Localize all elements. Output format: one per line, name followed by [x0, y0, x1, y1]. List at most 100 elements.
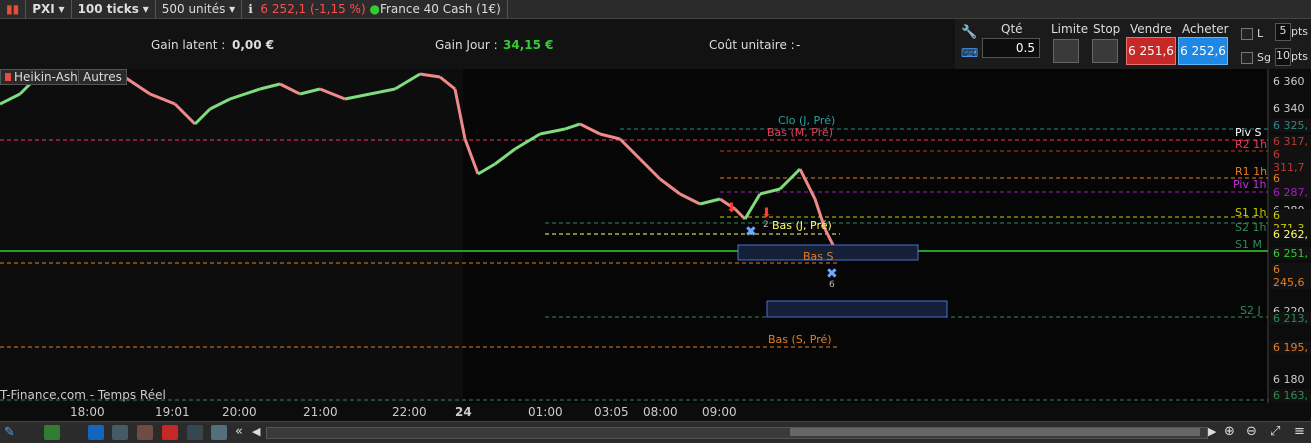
menu-icon[interactable]: ≡	[1294, 424, 1305, 439]
chart-annotation: R1 1h	[1235, 165, 1267, 178]
sell-arrow-icon: ⬇	[726, 201, 737, 216]
sell-label: Vendre	[1130, 22, 1172, 36]
gain-jour-label: Gain Jour :	[435, 38, 498, 52]
stop-label: Stop	[1093, 22, 1121, 36]
gain-jour-value: 34,15 €	[503, 38, 554, 52]
price-level-label: 6 262,	[1270, 228, 1311, 241]
limit-label: Limite	[1051, 22, 1089, 36]
data-source: T-Finance.com - Temps Réel	[0, 388, 166, 402]
bottom-toolbar: ✎ « ◀ ▶ ⊕ ⊖ ⤢ ≡	[0, 421, 1311, 443]
price-level-label: 6 213,	[1270, 312, 1311, 325]
zone-rectangle[interactable]	[766, 300, 948, 318]
zoom-out-icon[interactable]: ⊖	[1246, 424, 1257, 439]
pts-label-1: pts	[1291, 25, 1309, 38]
chart-annotation: Bas (J, Pré)	[772, 219, 832, 232]
buy-label: Acheter	[1182, 22, 1229, 36]
price-level-label: 6 163,	[1270, 389, 1311, 402]
list-icon[interactable]	[137, 425, 153, 440]
status-dot-icon: ●	[369, 2, 380, 16]
chart-annotation: Bas (S, Pré)	[768, 333, 832, 346]
pts-label-2: pts	[1291, 50, 1309, 63]
instrument-label: PXI	[32, 2, 55, 16]
x-tick-label: 01:00	[528, 405, 563, 419]
scrollbar-thumb[interactable]	[790, 428, 1200, 436]
pts-input-1[interactable]: 5	[1275, 23, 1291, 41]
y-tick-label: 6 180	[1273, 373, 1305, 386]
keyboard-icon[interactable]: ⌨	[961, 46, 978, 60]
image-icon[interactable]	[211, 425, 227, 440]
chart-type-icon[interactable]: ▮▮	[0, 0, 27, 18]
buy-price: 6 252,6	[1180, 44, 1226, 58]
info-icon: ℹ	[248, 2, 253, 16]
price-chart[interactable]: Clo (J, Pré)Bas (M, Pré)Bas (J, Pré)Bas …	[0, 69, 1311, 403]
price-level-label: 6 287,	[1270, 186, 1311, 199]
sg-label: Sg	[1257, 51, 1271, 64]
sell-price: 6 251,6	[1128, 44, 1174, 58]
sg-checkbox[interactable]	[1241, 52, 1253, 64]
sell-button[interactable]: 6 251,6	[1126, 37, 1176, 65]
trade-marker-icon[interactable]: ✖	[826, 266, 838, 282]
share-icon[interactable]	[88, 425, 104, 440]
gain-latent-value: 0,00 €	[232, 38, 275, 52]
price-info: ℹ 6 252,1 (-1,15 %) ● France 40 Cash (1€…	[242, 0, 508, 18]
trade-marker-icon[interactable]: ✖	[745, 224, 757, 240]
chart-annotation: Piv S	[1235, 126, 1261, 139]
sell-arrow-icon: ⬇	[761, 206, 772, 221]
price-level-label: 6 311,7	[1270, 148, 1311, 174]
zoom-in-icon[interactable]: ⊕	[1224, 424, 1235, 439]
pencil-icon[interactable]: ✎	[4, 425, 20, 440]
market-name: France 40 Cash (1€)	[379, 2, 501, 16]
l-checkbox[interactable]	[1241, 28, 1253, 40]
units-label: 500 unités	[161, 2, 226, 16]
tab-heikin-label: Heikin-Ashi	[14, 70, 82, 84]
chart-annotation: S2 J	[1240, 304, 1261, 317]
scroll-right-icon[interactable]: ▶	[1208, 425, 1216, 438]
chart-annotation: Bas (M, Pré)	[767, 126, 833, 139]
x-tick-label: 24	[455, 405, 472, 419]
buy-button[interactable]: 6 252,6	[1178, 37, 1228, 65]
x-tick-label: 22:00	[392, 405, 427, 419]
price-level-label: 6 251,	[1270, 247, 1311, 260]
units-select[interactable]: 500 unités ▾	[156, 0, 243, 18]
price-change: 6 252,1 (-1,15 %)	[260, 2, 366, 16]
chart-annotation: R2 1h	[1235, 138, 1267, 151]
ticks-select[interactable]: 100 ticks ▾	[72, 0, 156, 18]
x-tick-label: 21:00	[303, 405, 338, 419]
price-level-label: 6 245,6	[1270, 263, 1311, 289]
table-icon[interactable]	[162, 425, 178, 440]
price-level-label: 6 195,	[1270, 341, 1311, 354]
chart-annotation: S2 1h	[1235, 221, 1266, 234]
y-tick-label: 6 360	[1273, 75, 1305, 88]
wrench-icon[interactable]: 🔧	[961, 25, 977, 40]
cout-label: Coût unitaire :	[709, 38, 795, 52]
instrument-select[interactable]: PXI ▾	[26, 0, 72, 18]
screen-icon[interactable]	[187, 425, 203, 440]
cout-value: -	[796, 38, 801, 52]
chart-annotation: Piv 1h	[1233, 178, 1266, 191]
chart-style-icon[interactable]	[44, 425, 60, 440]
price-level-label: 6 325,	[1270, 119, 1311, 132]
limit-order-icon[interactable]	[1053, 39, 1079, 63]
time-axis: 18:00 19:01 20:00 21:00 22:00 24 01:00 03:05 08:…	[0, 403, 1311, 421]
pts-input-2[interactable]: 10	[1275, 48, 1291, 66]
price-level-label: 6 317,	[1270, 135, 1311, 148]
x-tick-label: 08:00	[643, 405, 678, 419]
x-tick-label: 09:00	[702, 405, 737, 419]
top-toolbar: ▮▮ PXI ▾ 100 ticks ▾ 500 unités ▾ ℹ 6 25…	[0, 0, 1311, 19]
scroll-left-icon[interactable]: ◀	[252, 425, 260, 438]
chart-annotation: S1 M	[1235, 238, 1262, 251]
collapse-icon[interactable]: «	[235, 424, 243, 439]
tab-heikin-ashi[interactable]: Heikin-Ashi	[0, 69, 87, 85]
l-label: L	[1257, 27, 1264, 40]
tab-autres[interactable]: Autres	[78, 69, 127, 85]
fit-icon[interactable]: ⤢	[1270, 424, 1280, 439]
stop-order-icon[interactable]	[1092, 39, 1118, 63]
qty-label: Qté	[1001, 22, 1023, 36]
x-tick-label: 20:00	[222, 405, 257, 419]
chart-annotation: S1 1h	[1235, 206, 1266, 219]
position-info: Gain latent : 0,00 € Gain Jour : 34,15 €…	[0, 19, 955, 69]
window-icon[interactable]	[112, 425, 128, 440]
y-tick-label: 6 340	[1273, 102, 1305, 115]
qty-input[interactable]: 0.5	[982, 38, 1040, 58]
heikin-icon	[5, 73, 11, 81]
